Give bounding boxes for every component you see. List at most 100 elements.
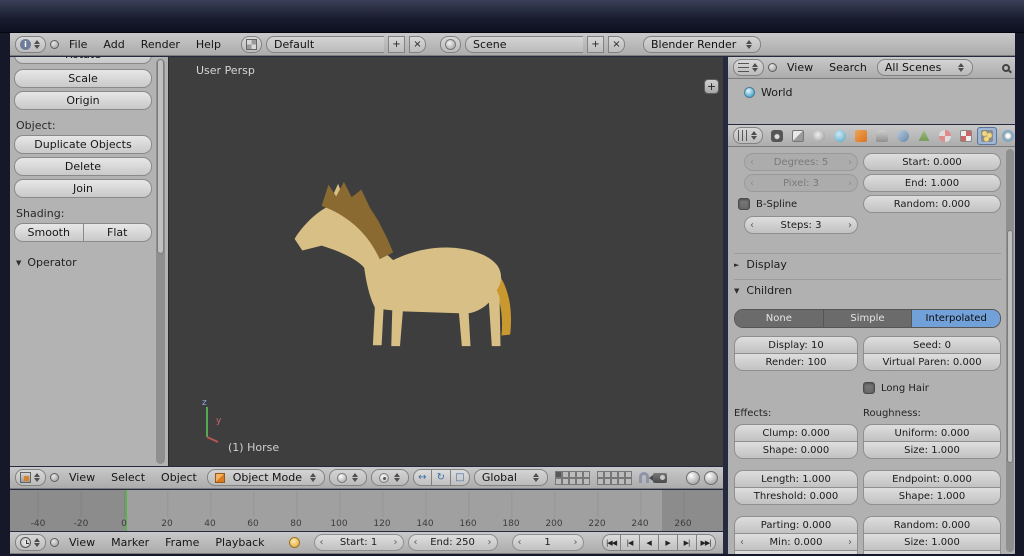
- layer-cell[interactable]: [561, 470, 569, 478]
- parting-max-field[interactable]: Max: 0.000: [734, 550, 858, 554]
- horse-model[interactable]: [283, 165, 515, 363]
- delete-button[interactable]: Delete: [14, 157, 152, 176]
- toolshelf-clipped-area[interactable]: Rotate: [14, 57, 152, 66]
- scene-selector[interactable]: Scene: [464, 35, 583, 53]
- tab-object[interactable]: [851, 127, 871, 145]
- render-camera-icon[interactable]: [648, 472, 667, 483]
- layer-cell[interactable]: [582, 477, 590, 485]
- scene-icon-button[interactable]: [439, 35, 461, 53]
- seed-field[interactable]: Seed: 0: [863, 336, 1001, 354]
- add-scene-button[interactable]: +: [586, 35, 604, 53]
- layer-cell[interactable]: [568, 477, 576, 485]
- clump-field[interactable]: Clump: 0.000: [734, 424, 858, 442]
- tab-render-layers[interactable]: [788, 127, 808, 145]
- tab-particles[interactable]: [977, 126, 997, 145]
- layer-cell[interactable]: [582, 470, 590, 478]
- delete-scene-button[interactable]: ×: [607, 35, 625, 53]
- menu-marker[interactable]: Marker: [105, 536, 155, 549]
- layer-cell[interactable]: [624, 477, 632, 485]
- rough-random-threshold-field[interactable]: Threshold: 0.000: [863, 550, 1001, 554]
- layer-cell[interactable]: [603, 470, 611, 478]
- children-render-field[interactable]: Render: 100: [734, 353, 858, 371]
- timeline-ruler[interactable]: -40 -20 0 20 40 60 80 100 120 140 160 18…: [10, 490, 723, 531]
- header-options-icon[interactable]: [50, 473, 59, 482]
- menu-frame[interactable]: Frame: [159, 536, 205, 549]
- long-hair-checkbox[interactable]: [863, 382, 875, 394]
- rough-endpoint-field[interactable]: Endpoint: 0.000: [863, 470, 1001, 488]
- scale-button[interactable]: Scale: [14, 69, 152, 88]
- toolshelf-scrollbar-thumb[interactable]: [157, 59, 164, 254]
- end-field[interactable]: End: 1.000: [863, 174, 1001, 192]
- preview-range-clock-icon[interactable]: [288, 537, 300, 548]
- layer-cell[interactable]: [596, 470, 604, 478]
- timeline-editor-type-button[interactable]: [15, 534, 46, 551]
- outliner-item-world[interactable]: World: [728, 79, 1015, 99]
- rotate-button[interactable]: Rotate: [14, 57, 152, 64]
- tab-scene[interactable]: [809, 127, 829, 145]
- layer-cell[interactable]: [575, 477, 583, 485]
- menu-playback[interactable]: Playback: [209, 536, 270, 549]
- pivot-point-selector[interactable]: [370, 469, 409, 486]
- snap-magnet-icon[interactable]: [638, 472, 649, 483]
- rough-uniform-field[interactable]: Uniform: 0.000: [863, 424, 1001, 442]
- children-mode-simple[interactable]: Simple: [823, 310, 913, 327]
- layer-cell[interactable]: [624, 470, 632, 478]
- opengl-render-button[interactable]: [686, 470, 700, 485]
- jump-to-end-button[interactable]: ▶▶|: [696, 534, 716, 551]
- mode-selector[interactable]: Object Mode: [206, 469, 325, 486]
- menu-view[interactable]: View: [781, 61, 819, 74]
- tab-material[interactable]: [935, 127, 955, 145]
- properties-scrollbar-thumb[interactable]: [1007, 229, 1013, 464]
- render-engine-selector[interactable]: Blender Render: [642, 35, 761, 53]
- layer-cell[interactable]: [603, 477, 611, 485]
- clump-shape-field[interactable]: Shape: 0.000: [734, 441, 858, 459]
- display-panel-header[interactable]: ► Display: [734, 253, 1001, 275]
- smooth-button[interactable]: Smooth: [14, 223, 84, 242]
- menu-select[interactable]: Select: [105, 471, 151, 484]
- scale-manipulator-button[interactable]: □: [450, 469, 470, 486]
- screen-layout-selector[interactable]: Default: [265, 35, 384, 53]
- steps-field[interactable]: Steps: 3: [744, 216, 858, 234]
- parting-field[interactable]: Parting: 0.000: [734, 516, 858, 534]
- children-mode-interpolated[interactable]: Interpolated: [912, 310, 1000, 327]
- layer-cell[interactable]: [554, 470, 562, 478]
- origin-button[interactable]: Origin: [14, 91, 152, 110]
- previous-keyframe-button[interactable]: |◀: [620, 534, 640, 551]
- parting-min-field[interactable]: Min: 0.000: [734, 533, 858, 551]
- children-display-field[interactable]: Display: 10: [734, 336, 858, 354]
- tab-modifiers[interactable]: [893, 127, 913, 145]
- length-field[interactable]: Length: 1.000: [734, 470, 858, 488]
- screen-layout-icon-button[interactable]: [240, 35, 262, 53]
- random-field[interactable]: Random: 0.000: [863, 195, 1001, 213]
- toolshelf-scrollbar[interactable]: [156, 59, 165, 464]
- header-options-icon[interactable]: [50, 538, 59, 547]
- long-hair-checkbox-row[interactable]: Long Hair: [863, 379, 1001, 397]
- next-keyframe-button[interactable]: ▶|: [677, 534, 697, 551]
- flat-button[interactable]: Flat: [83, 223, 152, 242]
- bspline-checkbox-row[interactable]: B-Spline: [738, 195, 858, 213]
- current-frame-field[interactable]: 1: [511, 534, 584, 551]
- menu-view[interactable]: View: [63, 536, 101, 549]
- menu-file[interactable]: File: [63, 38, 93, 51]
- menu-add[interactable]: Add: [97, 38, 130, 51]
- outliner-display-mode-selector[interactable]: All Scenes: [876, 59, 973, 76]
- join-button[interactable]: Join: [14, 179, 152, 198]
- opengl-render-anim-button[interactable]: [704, 470, 718, 485]
- info-editor-type-button[interactable]: i: [15, 35, 46, 53]
- layer-cell[interactable]: [575, 470, 583, 478]
- layer-cell[interactable]: [554, 477, 562, 485]
- duplicate-objects-button[interactable]: Duplicate Objects: [14, 135, 152, 154]
- tab-texture[interactable]: [956, 127, 976, 145]
- add-screen-layout-button[interactable]: +: [387, 35, 405, 53]
- tab-constraints[interactable]: [872, 127, 892, 145]
- layer-cell[interactable]: [561, 477, 569, 485]
- tab-world[interactable]: [830, 127, 850, 145]
- transform-orientation-selector[interactable]: Global: [473, 469, 548, 486]
- tab-render[interactable]: [767, 127, 787, 145]
- operator-panel-header[interactable]: ▼ Operator: [16, 256, 162, 269]
- menu-help[interactable]: Help: [190, 38, 227, 51]
- properties-scrollbar[interactable]: [1006, 149, 1014, 552]
- degrees-field[interactable]: Degrees: 5: [744, 153, 858, 171]
- properties-editor-type-button[interactable]: [733, 127, 763, 144]
- virtual-parents-field[interactable]: Virtual Paren: 0.000: [863, 353, 1001, 371]
